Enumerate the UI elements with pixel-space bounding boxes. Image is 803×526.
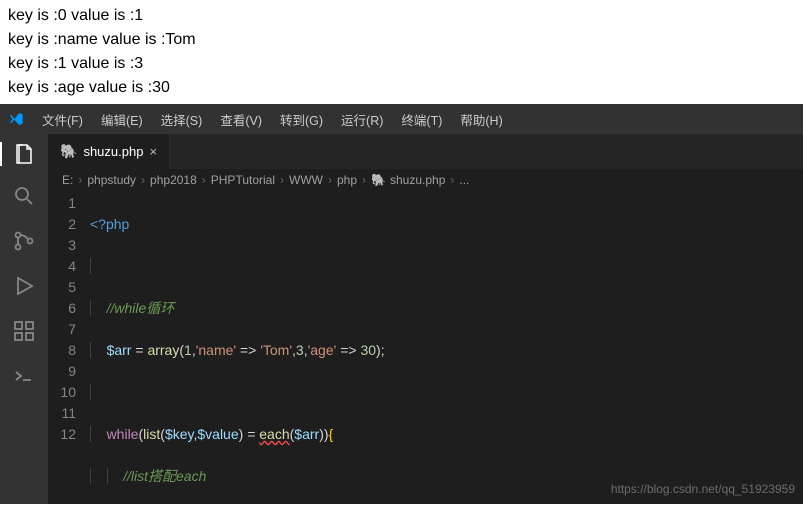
extensions-icon[interactable] <box>12 319 36 346</box>
php-output: key is :0 value is :1 key is :name value… <box>0 0 803 104</box>
menu-run[interactable]: 运行(R) <box>333 106 391 133</box>
code-editor[interactable]: 123456789101112 <?php //while循环 $arr = a… <box>48 191 803 504</box>
chevron-right-icon: › <box>78 173 82 187</box>
output-line: key is :age value is :30 <box>8 76 795 100</box>
chevron-right-icon: › <box>280 173 284 187</box>
tab-label: shuzu.php <box>83 144 143 159</box>
code-line[interactable]: //while循环 <box>90 298 803 319</box>
code-lines[interactable]: <?php //while循环 $arr = array(1,'name' =>… <box>90 193 803 504</box>
editor-area: 🐘 shuzu.php × E: › phpstudy › php2018 › PHP… <box>48 134 803 504</box>
crumb[interactable]: E: <box>62 173 73 187</box>
menu-bar: 文件(F) 编辑(E) 选择(S) 查看(V) 转到(G) 运行(R) 终端(T… <box>34 106 511 133</box>
chevron-right-icon: › <box>450 173 454 187</box>
run-debug-icon[interactable] <box>12 274 36 301</box>
crumb-file[interactable]: shuzu.php <box>390 173 445 187</box>
code-line[interactable]: <?php <box>90 214 803 235</box>
line-numbers: 123456789101112 <box>48 193 90 504</box>
activity-bar <box>0 134 48 504</box>
source-control-icon[interactable] <box>12 229 36 256</box>
vscode-window: 文件(F) 编辑(E) 选择(S) 查看(V) 转到(G) 运行(R) 终端(T… <box>0 104 803 504</box>
output-line: key is :1 value is :3 <box>8 52 795 76</box>
menu-help[interactable]: 帮助(H) <box>452 106 510 133</box>
crumb-more[interactable]: ... <box>459 173 469 187</box>
breadcrumb[interactable]: E: › phpstudy › php2018 › PHPTutorial › WWW ›… <box>48 169 803 191</box>
title-bar: 文件(F) 编辑(E) 选择(S) 查看(V) 转到(G) 运行(R) 终端(T… <box>0 104 803 134</box>
menu-selection[interactable]: 选择(S) <box>153 106 211 133</box>
php-file-icon: 🐘 <box>60 143 77 160</box>
menu-terminal[interactable]: 终端(T) <box>393 106 450 133</box>
tab-shuzu[interactable]: 🐘 shuzu.php × <box>48 134 170 169</box>
chevron-right-icon: › <box>362 173 366 187</box>
chevron-right-icon: › <box>328 173 332 187</box>
crumb[interactable]: php <box>337 173 357 187</box>
crumb[interactable]: PHPTutorial <box>211 173 275 187</box>
code-line[interactable] <box>90 382 803 403</box>
crumb[interactable]: phpstudy <box>87 173 136 187</box>
code-line[interactable] <box>90 256 803 277</box>
chevron-right-icon: › <box>202 173 206 187</box>
vscode-logo-icon <box>8 111 24 127</box>
menu-file[interactable]: 文件(F) <box>34 106 91 133</box>
editor-tabs: 🐘 shuzu.php × <box>48 134 803 169</box>
menu-view[interactable]: 查看(V) <box>212 106 270 133</box>
output-line: key is :name value is :Tom <box>8 28 795 52</box>
search-icon[interactable] <box>12 184 36 211</box>
code-line[interactable]: $arr = array(1,'name' => 'Tom',3,'age' =… <box>90 340 803 361</box>
remote-icon[interactable] <box>12 364 36 391</box>
php-file-icon: 🐘 <box>371 173 386 187</box>
chevron-right-icon: › <box>141 173 145 187</box>
menu-go[interactable]: 转到(G) <box>272 106 331 133</box>
crumb[interactable]: WWW <box>289 173 323 187</box>
watermark: https://blog.csdn.net/qq_51923959 <box>611 479 795 500</box>
crumb[interactable]: php2018 <box>150 173 197 187</box>
explorer-icon[interactable] <box>0 142 48 166</box>
menu-edit[interactable]: 编辑(E) <box>93 106 151 133</box>
output-line: key is :0 value is :1 <box>8 4 795 28</box>
close-icon[interactable]: × <box>149 144 157 159</box>
code-line[interactable]: while(list($key,$value) = each($arr)){ <box>90 424 803 445</box>
